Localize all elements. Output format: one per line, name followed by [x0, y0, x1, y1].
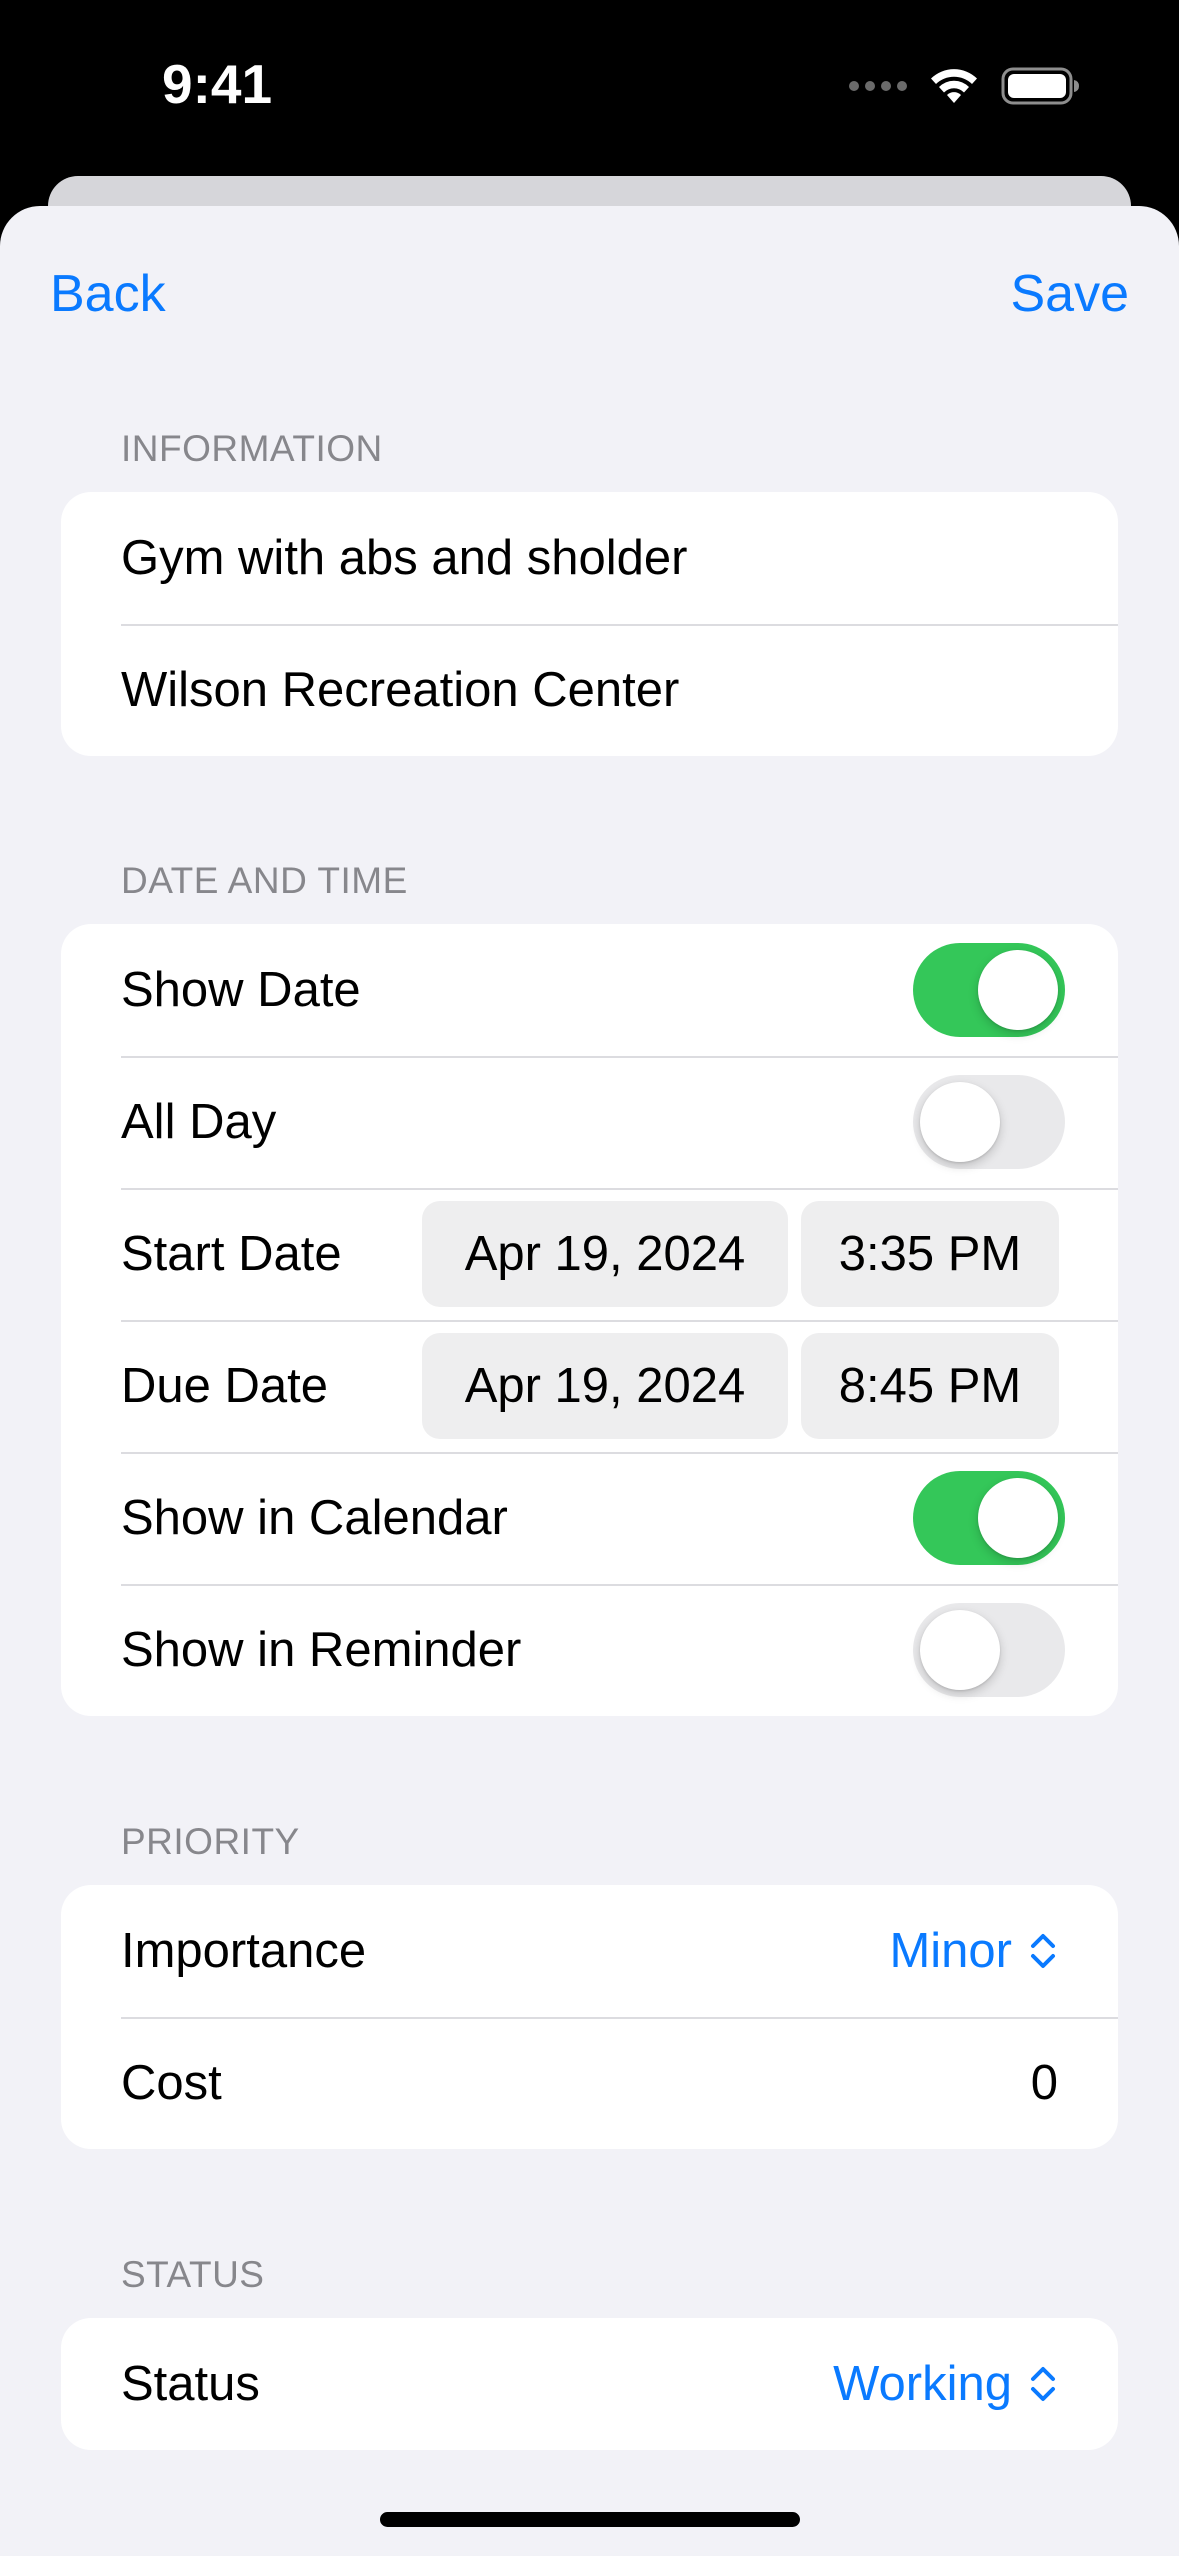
start-time-picker[interactable]: 3:35 PM [801, 1201, 1059, 1307]
section-header-date-and-time: DATE AND TIME [121, 860, 408, 901]
cost-label: Cost [121, 2056, 222, 2110]
home-indicator[interactable] [380, 2512, 800, 2527]
show-date-toggle[interactable] [913, 943, 1065, 1037]
status-label: Status [121, 2357, 260, 2411]
importance-label: Importance [121, 1924, 367, 1978]
importance-value: Minor [889, 1924, 1012, 1978]
due-date-row: Due Date Apr 19, 2024 8:45 PM [61, 1320, 1118, 1452]
start-date-picker[interactable]: Apr 19, 2024 [422, 1201, 788, 1307]
due-date-label: Due Date [121, 1359, 329, 1413]
importance-menu[interactable]: Minor [889, 1923, 1058, 1979]
all-day-row: All Day [61, 1056, 1118, 1188]
edit-sheet: Back Save INFORMATION Gym with abs and s… [0, 206, 1179, 2556]
status-time: 9:41 [162, 53, 273, 115]
cost-field[interactable]: 0 [1031, 2055, 1058, 2111]
status-menu[interactable]: Working [833, 2356, 1058, 2412]
status-value: Working [833, 2357, 1012, 2411]
show-in-reminder-row: Show in Reminder [61, 1584, 1118, 1716]
battery-icon [1001, 67, 1079, 105]
chevron-up-down-icon [1031, 1934, 1055, 1968]
all-day-label: All Day [121, 1095, 277, 1149]
show-in-calendar-row: Show in Calendar [61, 1452, 1118, 1584]
section-header-status: STATUS [121, 2254, 265, 2295]
due-time-picker[interactable]: 8:45 PM [801, 1333, 1059, 1439]
show-date-row: Show Date [61, 924, 1118, 1056]
priority-group: Importance Minor Cost 0 [61, 1885, 1118, 2149]
save-button[interactable]: Save [1010, 264, 1129, 324]
signal-dots-icon [849, 81, 907, 91]
all-day-toggle[interactable] [913, 1075, 1065, 1169]
title-field-row[interactable]: Gym with abs and sholder [61, 492, 1118, 624]
show-in-calendar-label: Show in Calendar [121, 1491, 508, 1545]
information-group: Gym with abs and sholder Wilson Recreati… [61, 492, 1118, 756]
title-field[interactable]: Gym with abs and sholder [121, 530, 688, 586]
show-date-label: Show Date [121, 963, 361, 1017]
date-and-time-group: Show Date All Day Start Date Apr 19, 202… [61, 924, 1118, 1716]
status-bar: 9:41 [0, 0, 1179, 175]
show-in-calendar-toggle[interactable] [913, 1471, 1065, 1565]
back-button[interactable]: Back [50, 264, 166, 324]
show-in-reminder-toggle[interactable] [913, 1603, 1065, 1697]
cost-row: Cost 0 [61, 2017, 1118, 2149]
show-in-reminder-label: Show in Reminder [121, 1623, 522, 1677]
start-date-row: Start Date Apr 19, 2024 3:35 PM [61, 1188, 1118, 1320]
status-icons [849, 62, 1081, 110]
chevron-up-down-icon [1031, 2367, 1055, 2401]
wifi-icon [931, 69, 977, 103]
status-group: Status Working [61, 2318, 1118, 2450]
start-date-label: Start Date [121, 1227, 342, 1281]
section-header-information: INFORMATION [121, 428, 383, 469]
location-field-row[interactable]: Wilson Recreation Center [61, 624, 1118, 756]
due-date-picker[interactable]: Apr 19, 2024 [422, 1333, 788, 1439]
importance-row: Importance Minor [61, 1885, 1118, 2017]
status-row: Status Working [61, 2318, 1118, 2450]
section-header-priority: PRIORITY [121, 1821, 300, 1862]
location-field[interactable]: Wilson Recreation Center [121, 662, 679, 718]
